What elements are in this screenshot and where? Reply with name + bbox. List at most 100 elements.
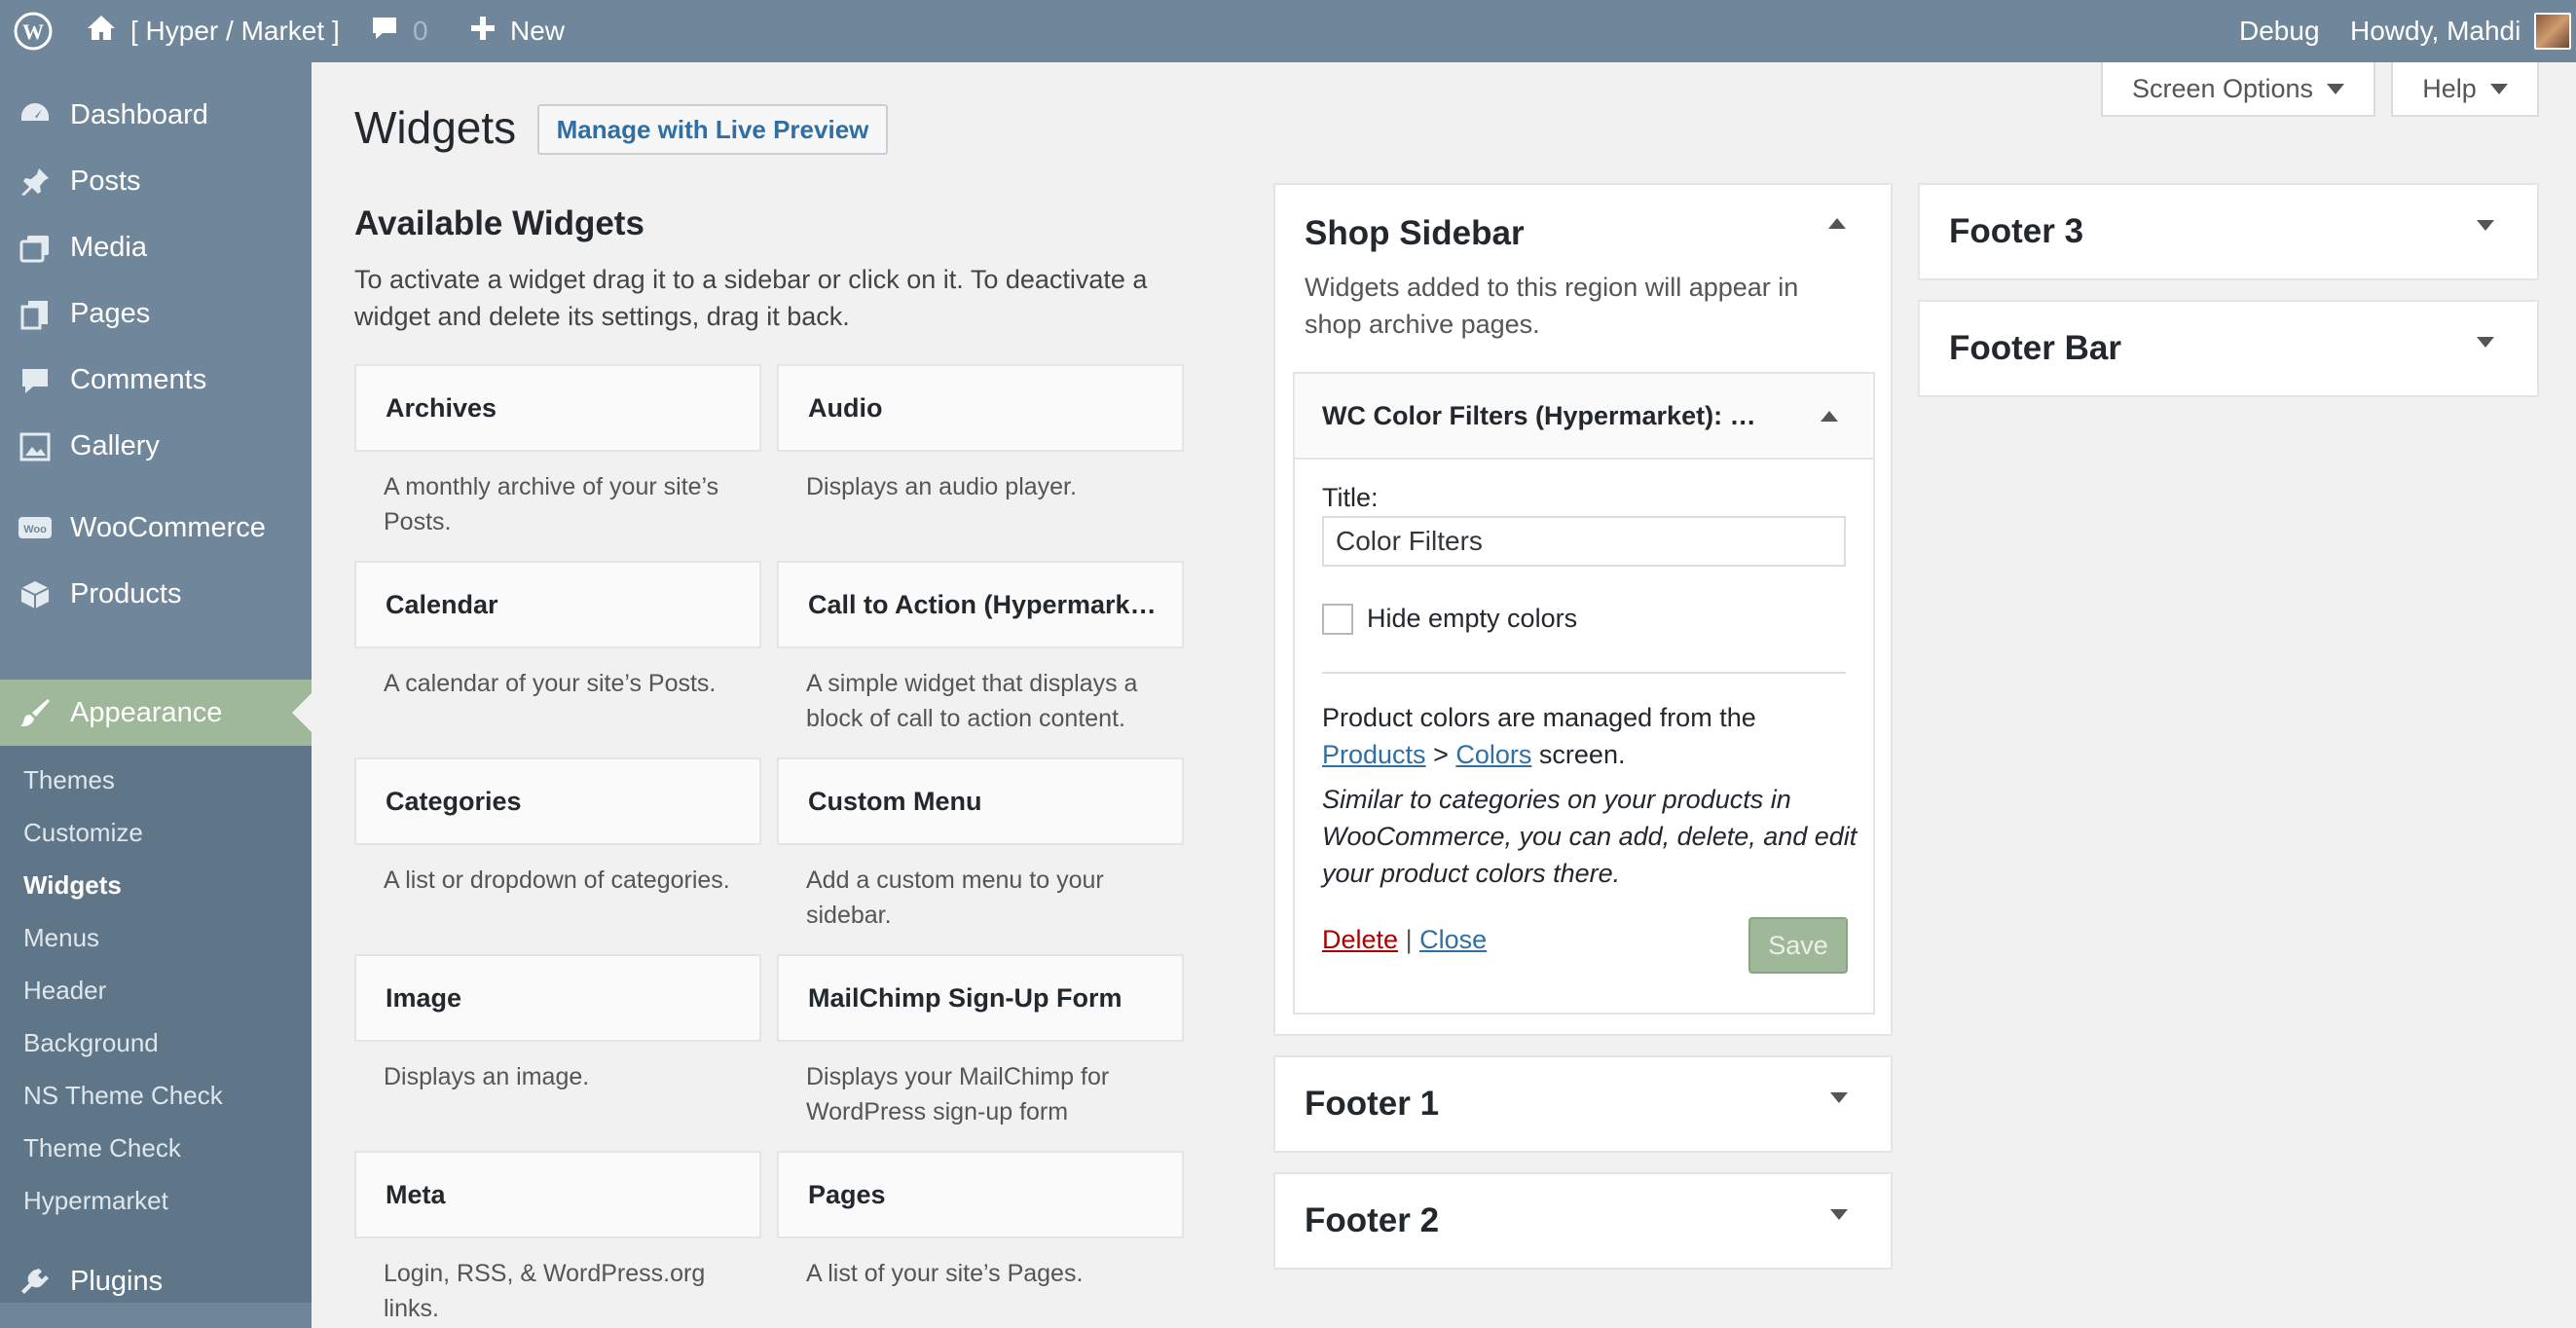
save-button[interactable]: Save [1748, 917, 1848, 974]
widget-desc-audio: Displays an audio player. [806, 473, 1077, 500]
menu-item-plugins[interactable]: Plugins [0, 1248, 312, 1314]
home-icon [86, 13, 117, 51]
widget-desc-meta: Login, RSS, & WordPress.org links. [384, 1260, 706, 1322]
help-caret-icon [2489, 83, 2508, 94]
submenu-background[interactable]: Background [23, 1028, 159, 1058]
widget-desc-image: Displays an image. [384, 1063, 590, 1090]
submenu-header[interactable]: Header [23, 976, 106, 1006]
widget-calendar[interactable]: Calendar [354, 561, 761, 648]
sidebar-footer-2[interactable]: Footer 2 [1273, 1172, 1893, 1270]
site-name-link[interactable]: [ Hyper / Market ] [86, 0, 340, 62]
menu-item-comments[interactable]: Comments [0, 347, 312, 413]
products-link[interactable]: Products [1322, 740, 1426, 769]
submenu-theme-check[interactable]: Theme Check [23, 1133, 181, 1163]
sidebar-footer-2-title: Footer 2 [1305, 1201, 1440, 1239]
hide-empty-label: Hide empty colors [1367, 604, 1578, 633]
footer-3-expand-icon[interactable] [2477, 220, 2494, 231]
menu-item-dashboard[interactable]: Dashboard [0, 82, 312, 148]
color-filters-widget: WC Color Filters (Hypermarket): … Title:… [1293, 372, 1875, 1014]
widget-collapse-icon[interactable] [1821, 411, 1838, 422]
gallery-icon [18, 429, 53, 464]
footer-1-expand-icon[interactable] [1830, 1092, 1848, 1103]
colors-info: Product colors are managed from the Prod… [1322, 699, 1858, 773]
sidebar-shop-collapse-icon[interactable] [1828, 218, 1846, 229]
widget-title: WC Color Filters (Hypermarket): … [1322, 401, 1756, 430]
widget-archives[interactable]: Archives [354, 364, 761, 452]
sidebar-shop-description: Widgets added to this region will appear… [1305, 273, 1799, 339]
widget-desc-pages: A list of your site’s Pages. [806, 1260, 1084, 1287]
submenu-ns-theme-check[interactable]: NS Theme Check [23, 1081, 223, 1111]
menu-label-appearance: Appearance [70, 696, 223, 728]
widget-desc-calendar: A calendar of your site’s Posts. [384, 670, 717, 697]
wordpress-logo-icon[interactable]: W [14, 0, 53, 62]
admin-menu: Dashboard Posts Media Pages Comments Gal… [0, 62, 312, 1328]
my-account-link[interactable]: Howdy, Mahdi [2350, 0, 2572, 62]
widget-title-input[interactable] [1322, 516, 1846, 567]
breadcrumb-separator: > [1433, 740, 1449, 769]
screen-options-caret-icon [2327, 83, 2345, 94]
sidebar-footer-3-title: Footer 3 [1949, 212, 2084, 250]
menu-item-posts[interactable]: Posts [0, 148, 312, 214]
widget-call-to-action[interactable]: Call to Action (Hypermark… [777, 561, 1184, 648]
footer-2-expand-icon[interactable] [1830, 1209, 1848, 1220]
menu-item-gallery[interactable]: Gallery [0, 413, 312, 479]
widget-title-bar[interactable]: WC Color Filters (Hypermarket): … [1295, 374, 1873, 460]
widget-image[interactable]: Image [354, 954, 761, 1042]
sidebar-footer-1-title: Footer 1 [1305, 1085, 1440, 1123]
divider [1322, 672, 1846, 674]
menu-label-pages: Pages [70, 297, 151, 329]
available-widgets-description: To activate a widget drag it to a sideba… [354, 265, 1148, 331]
menu-item-media[interactable]: Media [0, 214, 312, 280]
sidebar-footer-1[interactable]: Footer 1 [1273, 1055, 1893, 1153]
avatar [2534, 13, 2572, 50]
plus-icon [469, 15, 497, 49]
submenu-menus[interactable]: Menus [23, 923, 99, 953]
new-content-link[interactable]: New [469, 0, 565, 62]
plug-icon [18, 1265, 53, 1300]
delete-link[interactable]: Delete [1322, 925, 1398, 954]
menu-item-appearance[interactable]: Appearance [0, 680, 312, 746]
title-field-label: Title: [1322, 483, 1379, 512]
widget-pages[interactable]: Pages [777, 1151, 1184, 1238]
dashboard-icon [18, 98, 53, 133]
submenu-widgets[interactable]: Widgets [23, 870, 122, 901]
hide-empty-checkbox[interactable] [1322, 604, 1353, 635]
menu-item-products[interactable]: Products [0, 561, 312, 627]
sidebar-shop-title[interactable]: Shop Sidebar [1305, 214, 1525, 253]
widget-categories[interactable]: Categories [354, 757, 761, 845]
footer-bar-expand-icon[interactable] [2477, 337, 2494, 348]
widget-desc-archives: A monthly archive of your site’s Posts. [384, 473, 719, 535]
widget-actions: Delete | Close [1322, 925, 1487, 955]
menu-item-pages[interactable]: Pages [0, 280, 312, 347]
help-button[interactable]: Help [2391, 62, 2539, 117]
close-link[interactable]: Close [1419, 925, 1487, 954]
widget-audio[interactable]: Audio [777, 364, 1184, 452]
widget-desc-call-to-action: A simple widget that displays a block of… [806, 670, 1138, 732]
submenu-customize[interactable]: Customize [23, 818, 143, 848]
submenu-themes[interactable]: Themes [23, 765, 115, 795]
widget-meta[interactable]: Meta [354, 1151, 761, 1238]
comments-link[interactable]: 0 [370, 0, 428, 62]
sidebar-footer-bar[interactable]: Footer Bar [1918, 300, 2539, 397]
submenu-hypermarket[interactable]: Hypermarket [23, 1186, 168, 1216]
screen-options-label: Screen Options [2131, 73, 2314, 103]
menu-item-woocommerce[interactable]: Woo WooCommerce [0, 495, 312, 561]
svg-text:Woo: Woo [23, 524, 47, 535]
debug-link[interactable]: Debug [2239, 0, 2320, 62]
sidebar-footer-3[interactable]: Footer 3 [1918, 183, 2539, 280]
manage-live-preview-button[interactable]: Manage with Live Preview [537, 104, 888, 155]
colors-info-suffix: screen. [1538, 740, 1626, 769]
page-title: Widgets [354, 102, 517, 153]
widget-mailchimp[interactable]: MailChimp Sign-Up Form [777, 954, 1184, 1042]
menu-label-media: Media [70, 231, 147, 263]
howdy-label: Howdy, Mahdi [2350, 16, 2521, 46]
admin-bar: W [ Hyper / Market ] 0 New Debug Howdy, … [0, 0, 2576, 62]
comments-count: 0 [413, 16, 428, 46]
sidebar-shop: Shop Sidebar Widgets added to this regio… [1273, 183, 1893, 1036]
widget-desc-categories: A list or dropdown of categories. [384, 867, 730, 894]
widget-custom-menu[interactable]: Custom Menu [777, 757, 1184, 845]
media-icon [18, 231, 53, 266]
pushpin-icon [18, 165, 53, 200]
colors-link[interactable]: Colors [1455, 740, 1531, 769]
screen-options-button[interactable]: Screen Options [2101, 62, 2375, 117]
